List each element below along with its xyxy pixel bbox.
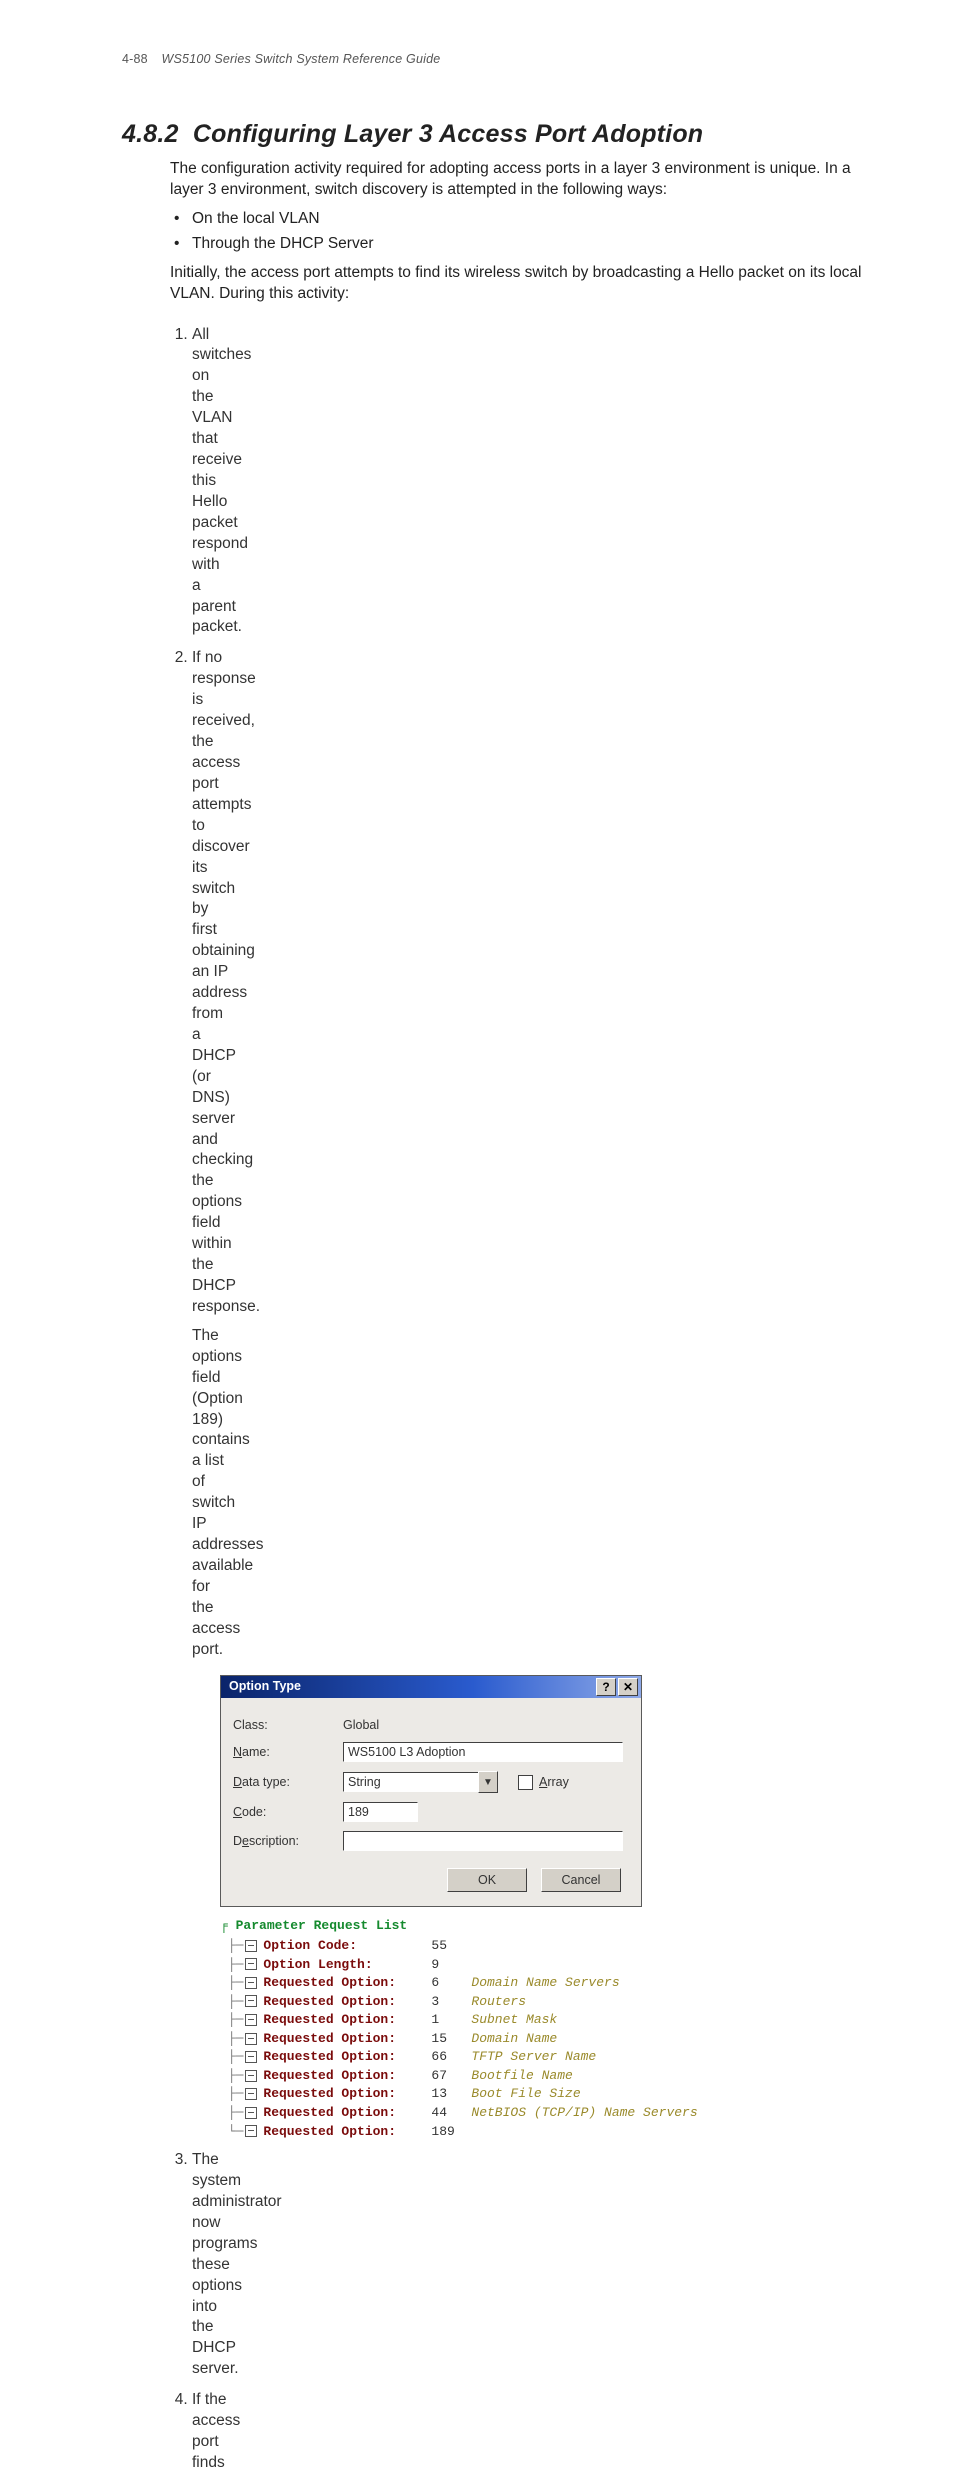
plist-row: ├─Requested Option:3Routers: [220, 1993, 740, 2011]
code-field[interactable]: 189: [343, 1802, 418, 1822]
running-header: 4-88 WS5100 Series Switch System Referen…: [122, 52, 866, 66]
list-item: All switches on the VLAN that receive th…: [192, 325, 232, 639]
plist-desc: Domain Name Servers: [471, 1974, 619, 1992]
close-icon[interactable]: ✕: [618, 1678, 638, 1696]
plist-row: └─Requested Option:189: [220, 2123, 740, 2141]
list-item: On the local VLAN: [192, 209, 866, 230]
plist-key: Requested Option:: [263, 1993, 431, 2011]
plist-key: Requested Option:: [263, 2067, 431, 2085]
plist-key: Requested Option:: [263, 2104, 431, 2122]
help-icon[interactable]: ?: [596, 1678, 616, 1696]
plist-desc: Domain Name: [471, 2030, 557, 2048]
list-item: If the access port finds the list, it se…: [192, 2390, 232, 2470]
option189-note: The options field (Option 189) contains …: [192, 1326, 232, 1661]
cube-icon: [245, 2107, 257, 2119]
plist-header: Parameter Request List: [220, 1917, 740, 1935]
plist-num: 66: [431, 2048, 471, 2066]
cube-icon: [245, 1977, 257, 1989]
plist-row: ├─Requested Option:15Domain Name: [220, 2030, 740, 2048]
intro-paragraph: The configuration activity required for …: [170, 159, 866, 201]
datatype-label: Data type:: [233, 1774, 343, 1791]
plist-num: 67: [431, 2067, 471, 2085]
plist-key: Requested Option:: [263, 2030, 431, 2048]
discovery-ways-list: On the local VLAN Through the DHCP Serve…: [192, 209, 866, 255]
page-number: 4-88: [122, 52, 148, 66]
plist-row: ├─Requested Option:44NetBIOS (TCP/IP) Na…: [220, 2104, 740, 2122]
plist-desc: NetBIOS (TCP/IP) Name Servers: [471, 2104, 697, 2122]
plist-key: Requested Option:: [263, 1974, 431, 1992]
datatype-combo[interactable]: String ▼: [343, 1771, 498, 1793]
plist-row: ├─Option Code:55: [220, 1937, 740, 1955]
option-type-dialog: Option Type ? ✕ Class: Global: [220, 1675, 642, 1908]
plist-key: Requested Option:: [263, 2011, 431, 2029]
plist-row: ├─Requested Option:66TFTP Server Name: [220, 2048, 740, 2066]
code-label: Code:: [233, 1804, 343, 1821]
cube-icon: [245, 2051, 257, 2063]
plist-desc: Boot File Size: [471, 2085, 580, 2103]
plist-num: 189: [431, 2123, 471, 2141]
dialog-titlebar: Option Type ? ✕: [221, 1676, 641, 1698]
dialog-title: Option Type: [229, 1678, 301, 1695]
list-item: The system administrator now programs th…: [192, 2150, 232, 2380]
plist-num: 44: [431, 2104, 471, 2122]
plist-num: 55: [431, 1937, 471, 1955]
datatype-value[interactable]: String: [343, 1772, 478, 1792]
plist-num: 3: [431, 1993, 471, 2011]
plist-row: ├─Option Length:9: [220, 1956, 740, 1974]
plist-desc: Bootfile Name: [471, 2067, 572, 2085]
cube-icon: [245, 1958, 257, 1970]
plist-num: 1: [431, 2011, 471, 2029]
steps-list: All switches on the VLAN that receive th…: [192, 319, 232, 2470]
plist-desc: Subnet Mask: [471, 2011, 557, 2029]
guide-title: WS5100 Series Switch System Reference Gu…: [162, 52, 441, 66]
description-label: Description:: [233, 1833, 343, 1850]
cube-icon: [245, 1940, 257, 1952]
plist-desc: TFTP Server Name: [471, 2048, 596, 2066]
hello-paragraph: Initially, the access port attempts to f…: [170, 263, 866, 305]
cancel-button[interactable]: Cancel: [541, 1868, 621, 1892]
cube-icon: [245, 2033, 257, 2045]
plist-row: ├─Requested Option:67Bootfile Name: [220, 2067, 740, 2085]
parameter-request-list: Parameter Request List ├─Option Code:55 …: [220, 1917, 740, 2140]
cube-icon: [245, 1995, 257, 2007]
plist-num: 13: [431, 2085, 471, 2103]
plist-row: ├─Requested Option:6Domain Name Servers: [220, 1974, 740, 1992]
name-label: Name:: [233, 1744, 343, 1761]
plist-desc: Routers: [471, 1993, 526, 2011]
name-field[interactable]: WS5100 L3 Adoption: [343, 1742, 623, 1762]
plist-num: 9: [431, 1956, 471, 1974]
cube-icon: [245, 2070, 257, 2082]
plist-key: Requested Option:: [263, 2123, 431, 2141]
plist-num: 15: [431, 2030, 471, 2048]
array-checkbox[interactable]: [518, 1775, 533, 1790]
cube-icon: [245, 2014, 257, 2026]
plist-row: ├─Requested Option:13Boot File Size: [220, 2085, 740, 2103]
plist-key: Option Length:: [263, 1956, 431, 1974]
chevron-down-icon[interactable]: ▼: [478, 1771, 498, 1793]
class-value: Global: [343, 1717, 379, 1734]
plist-key: Option Code:: [263, 1937, 431, 1955]
option-type-dialog-figure: Option Type ? ✕ Class: Global: [220, 1675, 232, 1908]
list-item: Through the DHCP Server: [192, 234, 866, 255]
plist-key: Requested Option:: [263, 2048, 431, 2066]
plist-key: Requested Option:: [263, 2085, 431, 2103]
plist-row: ├─Requested Option:1Subnet Mask: [220, 2011, 740, 2029]
ok-button[interactable]: OK: [447, 1868, 527, 1892]
array-label: Array: [539, 1774, 569, 1791]
class-label: Class:: [233, 1717, 343, 1734]
cube-icon: [245, 2088, 257, 2100]
cube-icon: [245, 2125, 257, 2137]
list-item: If no response is received, the access p…: [192, 648, 232, 2140]
plist-num: 6: [431, 1974, 471, 1992]
description-field[interactable]: [343, 1831, 623, 1851]
section-482-heading: 4.8.2 Configuring Layer 3 Access Port Ad…: [122, 120, 866, 149]
